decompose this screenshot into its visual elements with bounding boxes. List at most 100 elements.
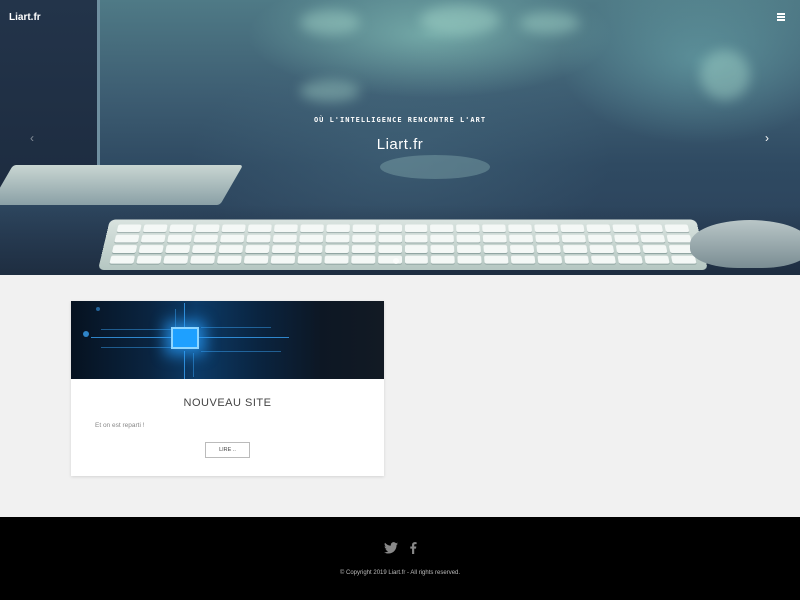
keyboard-key [404,245,429,254]
cup [380,155,490,179]
keyboard-key [404,234,428,243]
hero-slider: Liart.fr OÙ L'INTELLIGENCE RENCONTRE L'A… [0,0,800,275]
keyboard-key [430,245,455,254]
keyboard-key [642,245,668,254]
hamburger-menu-icon[interactable] [777,13,785,21]
keyboard-key [561,234,587,243]
keyboard-key [457,255,482,264]
keyboard-key [272,234,297,243]
keyboard-key [167,234,192,243]
keyboard-key [221,224,246,233]
keyboard-key [244,245,270,254]
keyboard-key [586,224,611,233]
keyboard-key [640,234,666,243]
keyboard-key [298,245,323,254]
keyboard-key [377,245,402,254]
chip [171,327,199,349]
keyboard-key [671,255,697,264]
chevron-right-icon[interactable]: › [761,132,773,144]
keyboard-key [617,255,643,264]
slider-dot[interactable] [393,258,399,264]
keyboard-key [163,255,189,264]
keyboard-key [350,255,375,264]
keyboard-key [509,234,534,243]
keyboard-key [612,224,637,233]
keyboard-key [243,255,269,264]
facebook-icon[interactable] [406,542,420,554]
keyboard-key [216,255,242,264]
keyboard-key [456,234,481,243]
chevron-left-icon[interactable]: ‹ [26,132,38,144]
keyboard-key [644,255,670,264]
keyboard-key [430,234,455,243]
keyboard-key [666,234,692,243]
keyboard-key [168,224,194,233]
site-brand[interactable]: Liart.fr [9,12,41,23]
keyboard-key [324,255,349,264]
post-card: NOUVEAU SITE Et on est reparti ! LIRE .. [71,301,384,476]
keyboard-key [116,224,142,233]
post-title[interactable]: NOUVEAU SITE [71,397,384,409]
keyboard-key [587,234,613,243]
keyboard-key [378,224,402,233]
keyboard-key [535,234,560,243]
keyboard-key [136,255,162,264]
post-excerpt: Et on est reparti ! [95,422,145,429]
circuit-chip-image[interactable] [71,301,384,379]
keyboard-key [483,234,508,243]
keyboard-key [457,245,482,254]
keyboard-key [111,245,138,254]
keyboard-key [246,234,271,243]
keyboard-key [511,255,536,264]
bokeh-light [520,12,580,34]
keyboard-key [378,234,402,243]
keyboard-key [219,234,245,243]
keyboard-key [564,255,590,264]
keyboard-key [325,234,350,243]
keyboard-key [138,245,164,254]
keyboard-key [534,224,559,233]
keyboard-key [109,255,135,264]
keyboard-key [508,224,533,233]
keyboard-key [563,245,588,254]
keyboard-key [193,234,219,243]
hero-tagline: OÙ L'INTELLIGENCE RENCONTRE L'ART [313,116,487,124]
keyboard-key [536,245,562,254]
bokeh-light [700,50,750,100]
keyboard-key [324,245,349,254]
keyboard-key [484,255,509,264]
laptop-base [0,165,244,205]
keyboard-key [482,224,507,233]
keyboard-key [431,255,456,264]
bokeh-light [300,80,360,102]
keyboard-key [430,224,454,233]
mouse-image [690,220,800,268]
keyboard-key [189,255,215,264]
footer: © Copyright 2019 Liart.fr - All rights r… [0,517,800,600]
keyboard-key [589,245,615,254]
keyboard-key [273,224,298,233]
twitter-icon[interactable] [384,542,398,554]
keyboard-key [638,224,664,233]
keyboard-image [98,219,708,270]
keyboard-key [591,255,617,264]
keyboard-key [615,245,641,254]
keyboard-key [297,255,322,264]
hero-title: Liart.fr [376,136,424,153]
keyboard-key [351,234,376,243]
read-more-button[interactable]: LIRE .. [205,442,250,458]
bokeh-light [300,10,360,35]
keyboard-key [404,255,429,264]
keyboard-key [271,245,296,254]
keyboard-key [510,245,535,254]
keyboard-key [195,224,220,233]
keyboard-key [537,255,563,264]
bokeh-light [420,5,500,35]
keyboard-key [560,224,585,233]
copyright-text: © Copyright 2019 Liart.fr - All rights r… [339,570,461,576]
keyboard-key [352,224,376,233]
keyboard-key [142,224,168,233]
keyboard-key [483,245,508,254]
keyboard-key [218,245,243,254]
keyboard-key [191,245,217,254]
